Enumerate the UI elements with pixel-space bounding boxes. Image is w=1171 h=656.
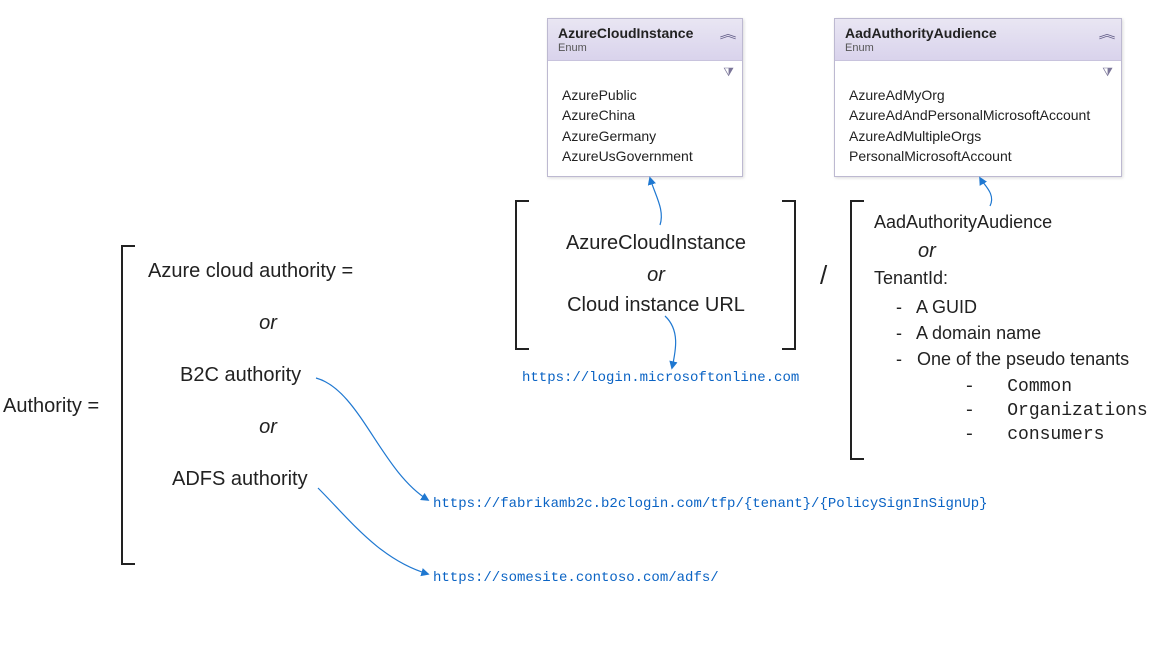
enum-header: AzureCloudInstance Enum ︽ — [548, 19, 742, 61]
label-azure-cloud-authority: Azure cloud authority = — [148, 258, 353, 285]
url-b2c: https://fabrikamb2c.b2clogin.com/tfp/{te… — [433, 496, 988, 512]
filter-icon[interactable]: ⧩ — [723, 65, 734, 79]
chevron-up-icon[interactable]: ︽ — [1099, 25, 1116, 42]
enum-body: AzurePublic AzureChina AzureGermany Azur… — [548, 81, 742, 176]
chevron-up-icon[interactable]: ︽ — [720, 25, 737, 42]
filter-row: ⧩ — [548, 61, 742, 81]
enum-title: AadAuthorityAudience — [845, 25, 1111, 41]
subbullet-common: Common — [964, 374, 1072, 400]
separator-slash: / — [820, 260, 827, 291]
label-cloud-instance-url: Cloud instance URL — [530, 292, 782, 319]
enum-item: AzureAdMultipleOrgs — [849, 126, 1107, 146]
arrow-adfs-to-url — [318, 488, 428, 574]
enum-item: AzurePublic — [562, 85, 728, 105]
label-or: or — [148, 414, 388, 441]
label-azurecloudinstance: AzureCloudInstance — [530, 230, 782, 257]
enum-item: AzureAdMyOrg — [849, 85, 1107, 105]
label-tenantid: TenantId: — [874, 266, 948, 290]
enum-subtitle: Enum — [845, 42, 1111, 54]
bracket-cloud-left — [515, 200, 529, 350]
label-aadauthorityaudience: AadAuthorityAudience — [874, 210, 1052, 234]
bullet-domain: A domain name — [896, 320, 1041, 346]
enum-item: AzureChina — [562, 105, 728, 125]
arrow-cloudinstance-to-enum — [650, 178, 661, 225]
subbullet-consumers: consumers — [964, 422, 1104, 448]
bracket-audience-left — [850, 200, 864, 460]
enum-item: AzureGermany — [562, 126, 728, 146]
url-adfs: https://somesite.contoso.com/adfs/ — [433, 570, 719, 586]
arrow-audience-to-enum — [980, 178, 992, 206]
enum-body: AzureAdMyOrg AzureAdAndPersonalMicrosoft… — [835, 81, 1121, 176]
bullet-pseudo-tenants: One of the pseudo tenants — [896, 346, 1171, 372]
enum-title: AzureCloudInstance — [558, 25, 732, 41]
label-authority-equals: Authority = — [3, 393, 99, 420]
arrow-cloudurl-to-login — [665, 316, 676, 368]
enum-subtitle: Enum — [558, 42, 732, 54]
enum-item: PersonalMicrosoftAccount — [849, 146, 1107, 166]
enum-box-aadauthorityaudience: AadAuthorityAudience Enum ︽ ⧩ AzureAdMyO… — [834, 18, 1122, 177]
filter-icon[interactable]: ⧩ — [1102, 65, 1113, 79]
enum-header: AadAuthorityAudience Enum ︽ — [835, 19, 1121, 61]
label-b2c-authority: B2C authority — [180, 362, 301, 389]
label-or: or — [918, 238, 936, 265]
enum-item: AzureUsGovernment — [562, 146, 728, 166]
label-or: or — [530, 262, 782, 289]
label-or: or — [148, 310, 388, 337]
enum-box-azurecloudinstance: AzureCloudInstance Enum ︽ ⧩ AzurePublic … — [547, 18, 743, 177]
enum-item: AzureAdAndPersonalMicrosoftAccount — [849, 105, 1107, 125]
label-adfs-authority: ADFS authority — [172, 466, 308, 493]
bracket-authority-left — [121, 245, 135, 565]
bullet-guid: A GUID — [896, 294, 977, 320]
filter-row: ⧩ — [835, 61, 1121, 81]
bracket-cloud-right — [782, 200, 796, 350]
subbullet-organizations: Organizations — [964, 398, 1148, 424]
url-login: https://login.microsoftonline.com — [522, 370, 799, 386]
